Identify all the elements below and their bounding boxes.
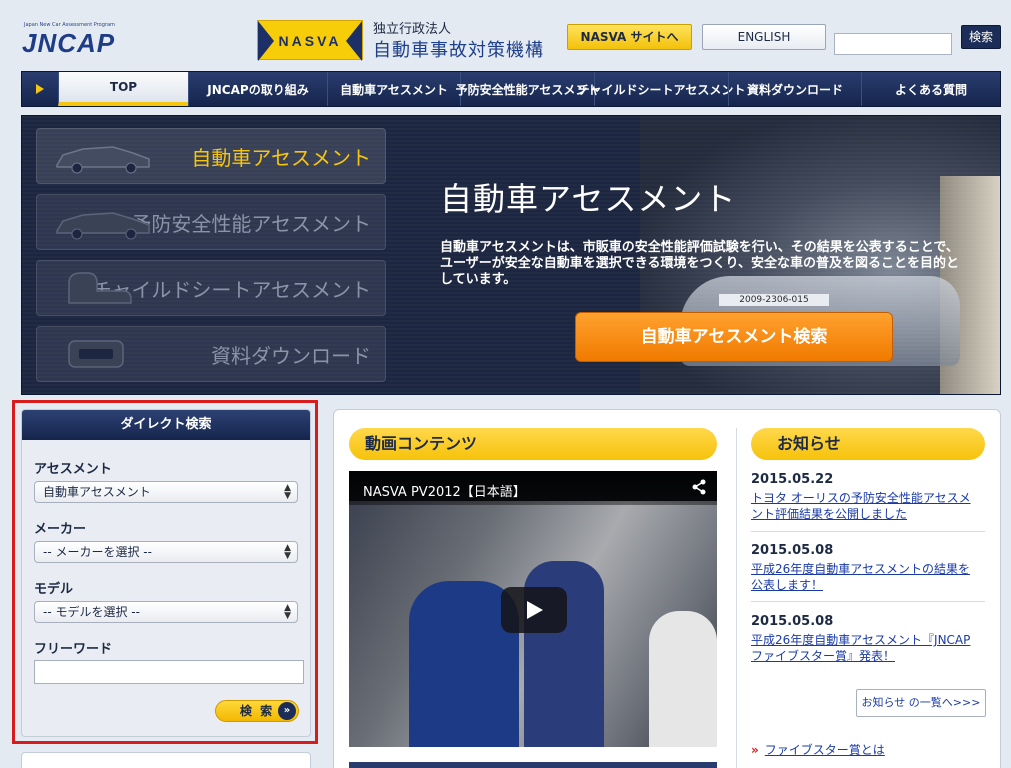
- left-secondary-panel: [21, 752, 311, 768]
- nasva-logo[interactable]: NASVA: [257, 20, 363, 61]
- direct-search-button[interactable]: 検 索 »: [215, 700, 299, 722]
- maker-select[interactable]: -- メーカーを選択 -- ▲ ▼: [34, 541, 298, 563]
- hero-tab-preventive-safety[interactable]: 予防安全性能アセスメント: [36, 194, 386, 250]
- news-date: 2015.05.22: [751, 472, 834, 487]
- maker-select-value: -- メーカーを選択 --: [43, 545, 152, 559]
- jncap-logo[interactable]: Japan New Car Assessment Program JNCAP: [22, 22, 116, 58]
- hero-description: 自動車アセスメントは、市販車の安全性能評価試験を行い、その結果を公表することで、…: [440, 240, 959, 287]
- assessment-label: アセスメント: [34, 462, 112, 477]
- assessment-select[interactable]: 自動車アセスメント ▲ ▼: [34, 481, 298, 503]
- news-link[interactable]: 平成26年度自動車アセスメント『JNCAPファイブスター賞』発表！: [751, 632, 981, 664]
- select-arrows-icon: ▲ ▼: [284, 483, 291, 501]
- freeword-input[interactable]: [34, 660, 304, 684]
- nav-arrow-icon: [22, 72, 58, 106]
- nav-item-top[interactable]: TOP: [58, 72, 188, 106]
- direct-search-panel: ダイレクト検索 アセスメント 自動車アセスメント ▲ ▼ メーカー -- メーカー…: [21, 409, 311, 737]
- share-icon[interactable]: [691, 479, 707, 495]
- document-icon: [68, 340, 124, 368]
- nav-item-car-assessment[interactable]: 自動車アセスメント: [327, 72, 460, 106]
- direct-search-title: ダイレクト検索: [22, 410, 310, 440]
- news-heading: お知らせ: [751, 428, 985, 460]
- nav-item-downloads[interactable]: 資料ダウンロード: [728, 72, 861, 106]
- hero-tab-downloads[interactable]: 資料ダウンロード: [36, 326, 386, 382]
- model-select-value: -- モデルを選択 --: [43, 605, 140, 619]
- nav-item-preventive-safety[interactable]: 予防安全性能アセスメント: [456, 72, 599, 106]
- news-date: 2015.05.08: [751, 614, 834, 629]
- video-player[interactable]: NASVA PV2012【日本語】: [349, 471, 717, 747]
- nav-item-child-seat[interactable]: チャイルドシートアセスメント: [578, 72, 745, 106]
- column-divider: [736, 428, 737, 768]
- freeword-label: フリーワード: [34, 642, 113, 657]
- car-sensor-icon: [56, 212, 150, 240]
- hero-tab-label: 資料ダウンロード: [211, 343, 371, 368]
- page: Japan New Car Assessment Program JNCAP N…: [0, 0, 1011, 768]
- news-list-button[interactable]: お知らせ の一覧へ>>>: [856, 689, 986, 717]
- english-button[interactable]: ENGLISH: [702, 24, 826, 50]
- news-date: 2015.05.08: [751, 543, 834, 558]
- logo-text: JNCAP: [22, 28, 116, 58]
- org-subtitle: 独立行政法人: [373, 22, 452, 37]
- org-name: 自動車事故対策機構: [373, 40, 544, 61]
- news-link[interactable]: トヨタ オーリスの予防安全性能アセスメント評価結果を公開しました: [751, 490, 981, 522]
- video-section-heading: 動画コンテンツ: [349, 428, 717, 460]
- nasva-logo-text: NASVA: [278, 33, 342, 49]
- play-button-icon[interactable]: [501, 587, 567, 633]
- hero-banner: 2009-2306-015 自動車アセスメント 予防安全性能アセスメント チャイ…: [21, 115, 1001, 395]
- hero-tab-label: 予防安全性能アセスメント: [131, 211, 371, 236]
- double-chevron-icon: »: [751, 743, 759, 757]
- child-seat-icon: [68, 272, 132, 304]
- nav-item-faq[interactable]: よくある質問: [861, 72, 1000, 106]
- site-search-button[interactable]: 検索: [961, 25, 1001, 49]
- hero-tab-child-seat[interactable]: チャイルドシートアセスメント: [36, 260, 386, 316]
- news-link[interactable]: 平成26年度自動車アセスメントの結果を公表します！: [751, 561, 981, 593]
- hero-tab-car-assessment[interactable]: 自動車アセスメント: [36, 128, 386, 184]
- select-arrows-icon: ▲ ▼: [284, 603, 291, 621]
- five-star-award-link[interactable]: » ファイブスター賞とは: [751, 741, 885, 758]
- next-video-strip: [349, 762, 717, 768]
- five-star-award-label: ファイブスター賞とは: [764, 743, 885, 757]
- model-select[interactable]: -- モデルを選択 -- ▲ ▼: [34, 601, 298, 623]
- main-nav: TOP JNCAPの取り組み 自動車アセスメント 予防安全性能アセスメント チャ…: [21, 71, 1001, 107]
- direct-search-button-label: 検 索: [239, 704, 275, 718]
- nav-item-jncap[interactable]: JNCAPの取り組み: [188, 72, 327, 106]
- hero-tab-label: 自動車アセスメント: [191, 145, 371, 170]
- hero-title: 自動車アセスメント: [440, 180, 737, 218]
- license-plate: 2009-2306-015: [719, 294, 829, 306]
- video-title: NASVA PV2012【日本語】: [363, 485, 526, 500]
- select-arrows-icon: ▲ ▼: [284, 543, 291, 561]
- model-label: モデル: [34, 582, 74, 597]
- news-separator: [751, 601, 985, 602]
- car-assessment-search-button[interactable]: 自動車アセスメント検索: [575, 312, 893, 362]
- maker-label: メーカー: [34, 522, 87, 537]
- news-separator: [751, 531, 985, 532]
- car-icon: [56, 146, 150, 174]
- assessment-select-value: 自動車アセスメント: [43, 485, 151, 499]
- site-search-input[interactable]: [834, 33, 952, 55]
- nasva-site-button[interactable]: NASVA サイトへ: [567, 24, 692, 50]
- double-chevron-icon: »: [278, 702, 296, 720]
